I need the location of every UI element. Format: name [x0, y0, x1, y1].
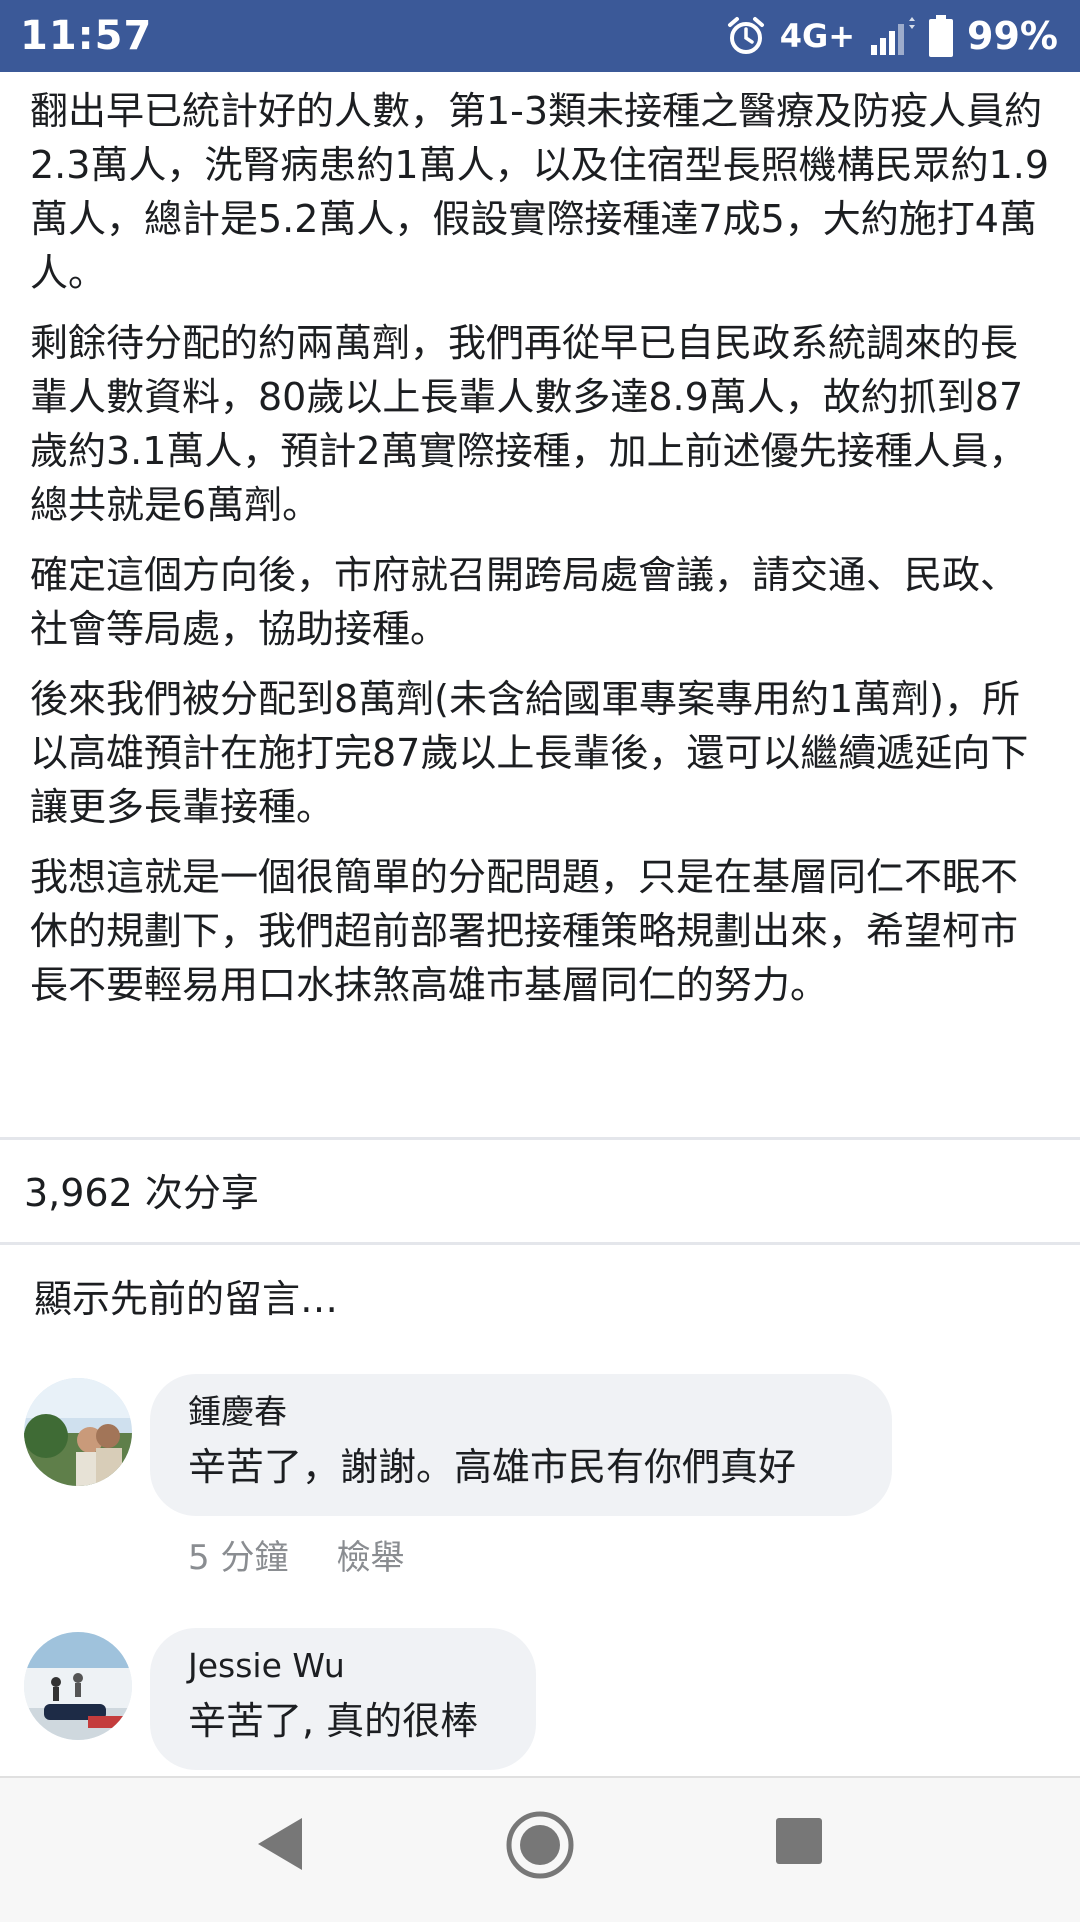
comment-text: 辛苦了，謝謝。高雄市民有你們真好 [188, 1445, 797, 1489]
share-count[interactable]: 3,962 次分享 [24, 1162, 259, 1217]
divider [0, 1242, 1080, 1245]
home-icon[interactable] [505, 1810, 575, 1884]
report-link[interactable]: 檢舉 [336, 1530, 404, 1579]
avatar[interactable] [24, 1632, 132, 1740]
post-paragraph: 後來我們被分配到8萬劑(未含給國軍專案專用約1萬劑)，所以高雄預計在施打完87歲… [30, 677, 1029, 829]
network-type: 4G+ [779, 17, 856, 55]
recents-icon[interactable] [776, 1818, 822, 1868]
status-icons: 4G+ 99% [726, 14, 1058, 58]
comment-author[interactable]: Jessie Wu [188, 1644, 498, 1688]
comment-actions: 5 分鐘 檢舉 [188, 1530, 404, 1579]
navigation-bar [0, 1776, 1080, 1922]
comment-text: 辛苦了, 真的很棒 [188, 1699, 479, 1743]
status-bar: 11:57 4G+ 99% [0, 0, 1080, 72]
post-paragraph: 確定這個方向後，市府就召開跨局處會議，請交通、民政、社會等局處，協助接種。 [30, 553, 1019, 651]
post-paragraph: 我想這就是一個很簡單的分配問題，只是在基層同仁不眠不休的規劃下，我們超前部署把接… [30, 855, 1019, 1007]
comment-time: 5 分鐘 [188, 1538, 289, 1578]
battery-percent: 99% [967, 14, 1058, 58]
signal-icon [869, 17, 916, 55]
alarm-icon [726, 16, 766, 56]
post-paragraph: 剩餘待分配的約兩萬劑，我們再從早已自民政系統調來的長輩人數資料，80歲以上長輩人… [30, 321, 1027, 527]
comment-bubble: Jessie Wu 辛苦了, 真的很棒 [150, 1628, 536, 1770]
back-icon[interactable] [252, 1814, 306, 1878]
comment-author[interactable]: 鍾慶春 [188, 1390, 854, 1434]
post-body: 翻出早已統計好的人數，第1-3類未接種之醫療及防疫人員約2.3萬人，洗腎病患約1… [30, 84, 1050, 1028]
battery-icon [929, 15, 954, 57]
avatar[interactable] [24, 1378, 132, 1486]
divider [0, 1137, 1080, 1140]
comment-bubble: 鍾慶春 辛苦了，謝謝。高雄市民有你們真好 [150, 1374, 892, 1516]
post-paragraph: 翻出早已統計好的人數，第1-3類未接種之醫療及防疫人員約2.3萬人，洗腎病患約1… [30, 89, 1050, 295]
status-time: 11:57 [20, 13, 153, 59]
view-previous-comments-link[interactable]: 顯示先前的留言… [34, 1268, 338, 1323]
